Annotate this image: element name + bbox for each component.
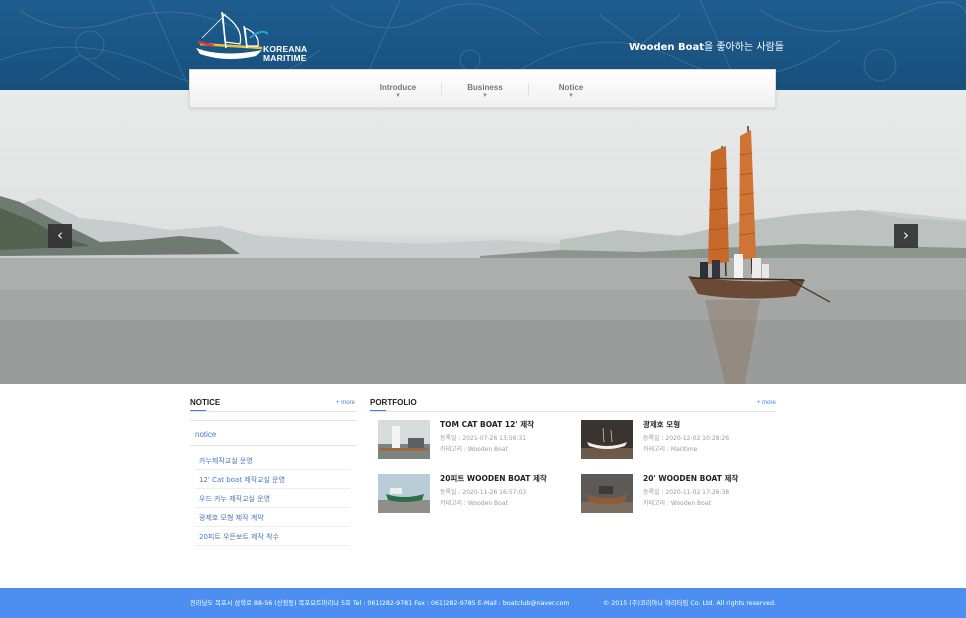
- chevron-down-icon: ▼: [395, 93, 401, 99]
- notice-divider: [190, 420, 356, 421]
- notice-list-item[interactable]: 20피트 우든보트 제작 착수: [199, 532, 279, 542]
- page: KOREANA MARITIME Wooden Boat을 좋아하는 사람들 I…: [0, 0, 966, 618]
- nav-divider: [441, 83, 442, 95]
- logo-line-2: MARITIME: [263, 53, 307, 63]
- nav-label: Business: [467, 83, 503, 92]
- portfolio-divider: [370, 411, 776, 412]
- portfolio-item-category: 카테고리 : Wooden Boat: [643, 500, 711, 507]
- portfolio-more-link[interactable]: + more: [757, 400, 776, 406]
- notice-item-divider: [195, 526, 350, 527]
- tagline-rest: 을 좋아하는 사람들: [704, 42, 784, 53]
- chevron-left-icon: ‹: [57, 226, 63, 244]
- nav-item-notice[interactable]: Notice ▼: [531, 83, 611, 100]
- notice-list-item[interactable]: 우드 카누 제작교실 운영: [199, 494, 270, 504]
- notice-list-item[interactable]: 카누제작교실 운영: [199, 456, 253, 466]
- nav-item-business[interactable]: Business ▼: [445, 83, 525, 100]
- portfolio-item-date: 등록일 : 2020-11-26 16:57:03: [440, 489, 527, 496]
- notice-divider: [190, 445, 356, 446]
- chevron-down-icon: ▼: [482, 93, 488, 99]
- footer-address: 전라남도 목포시 삼학로 88-56 (산정동) 목포요트마리나 5호 Tel …: [190, 600, 570, 607]
- thumbnail-image: [378, 420, 430, 459]
- portfolio-item-title[interactable]: TOM CAT BOAT 12' 제작: [440, 419, 534, 430]
- notice-more-link[interactable]: + more: [336, 400, 355, 406]
- notice-title: NOTICE: [190, 398, 221, 407]
- portfolio-thumbnail[interactable]: [581, 420, 633, 459]
- header-tagline: Wooden Boat을 좋아하는 사람들: [629, 38, 784, 53]
- portfolio-item-category: 카테고리 : Wooden Boat: [440, 500, 508, 507]
- portfolio-item-title[interactable]: 광제호 모형: [643, 419, 680, 430]
- portfolio-title: PORTFOLIO: [370, 398, 417, 407]
- notice-item-divider: [195, 488, 350, 489]
- notice-divider: [190, 411, 356, 412]
- nav-divider: [528, 83, 529, 95]
- portfolio-item-date: 등록일 : 2020-11-02 17:26:38: [643, 489, 730, 496]
- hero-image: [0, 125, 966, 384]
- nav-label: Notice: [558, 83, 584, 92]
- tagline-bold: Wooden Boat: [629, 42, 705, 53]
- portfolio-thumbnail[interactable]: [378, 420, 430, 459]
- thumbnail-image: [581, 420, 633, 459]
- main-nav: Introduce ▼ Business ▼ Notice ▼: [189, 69, 776, 108]
- logo-wordmark[interactable]: KOREANA MARITIME: [263, 45, 307, 63]
- notice-item-divider: [195, 545, 350, 546]
- site-footer: 전라남도 목포시 삼학로 88-56 (산정동) 목포요트마리나 5호 Tel …: [0, 588, 966, 618]
- portfolio-item-date: 등록일 : 2021-07-26 13:56:31: [440, 435, 527, 442]
- notice-item-divider: [195, 469, 350, 470]
- notice-list-item[interactable]: 12' Cat boat 제작교실 운영: [199, 475, 285, 485]
- thumbnail-image: [378, 474, 430, 513]
- slider-prev-button[interactable]: ‹: [48, 224, 72, 248]
- hero-slider[interactable]: ‹ ›: [0, 90, 966, 384]
- notice-list-item[interactable]: 광제호 모형 제작 계약: [199, 513, 264, 523]
- portfolio-item-category: 카테고리 : Wooden Boat: [440, 446, 508, 453]
- nav-item-introduce[interactable]: Introduce ▼: [358, 83, 438, 100]
- chevron-right-icon: ›: [903, 226, 909, 244]
- notice-item-divider: [195, 507, 350, 508]
- slider-next-button[interactable]: ›: [894, 224, 918, 248]
- notice-category-tab[interactable]: notice: [195, 430, 216, 439]
- footer-copyright: © 2015 (주)코리아나 마리타임 Co. Ltd. All rights …: [602, 600, 776, 607]
- portfolio-thumbnail[interactable]: [378, 474, 430, 513]
- portfolio-item-title[interactable]: 20' WOODEN BOAT 제작: [643, 473, 738, 484]
- portfolio-item-date: 등록일 : 2020-12-02 10:28:26: [643, 435, 730, 442]
- portfolio-item-title[interactable]: 20피트 WOODEN BOAT 제작: [440, 473, 547, 484]
- portfolio-thumbnail[interactable]: [581, 474, 633, 513]
- thumbnail-image: [581, 474, 633, 513]
- nav-label: Introduce: [379, 83, 417, 92]
- portfolio-item-category: 카테고리 : Maritime: [643, 446, 698, 453]
- chevron-down-icon: ▼: [568, 93, 574, 99]
